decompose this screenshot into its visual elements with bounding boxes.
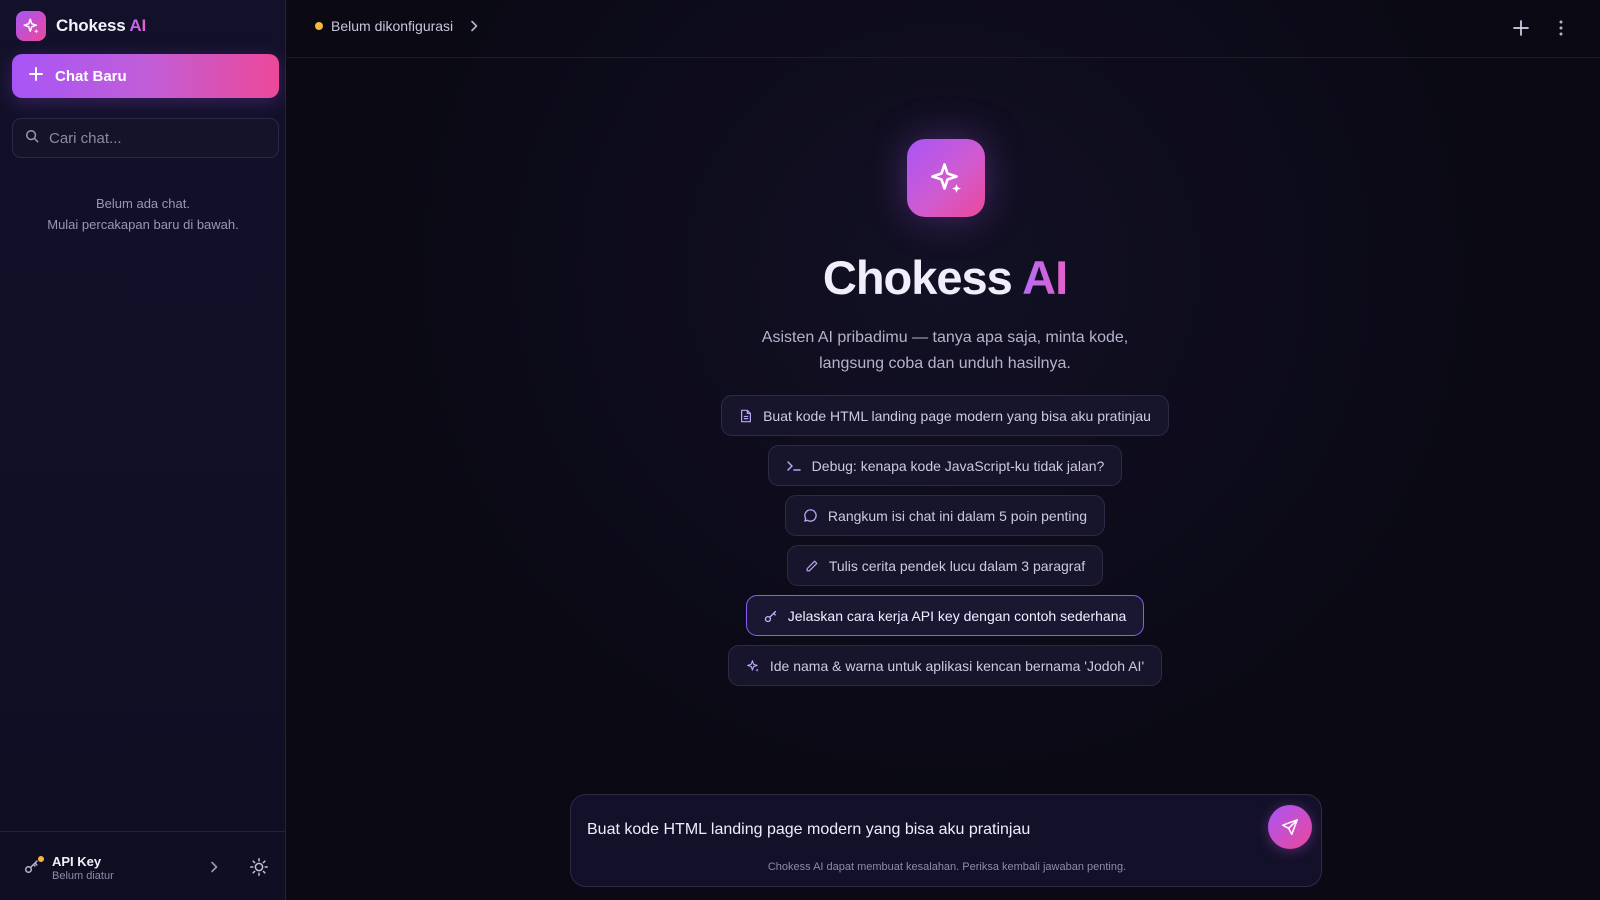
chat-bubble-icon	[803, 508, 818, 523]
brand-name: Chokess AI	[56, 16, 146, 36]
chevron-right-icon[interactable]	[207, 860, 221, 879]
api-key-title: API Key	[52, 854, 102, 869]
suggestion-chip[interactable]: Buat kode HTML landing page modern yang …	[721, 395, 1169, 436]
api-key-subtitle: Belum diatur	[52, 870, 114, 882]
hero-subtitle-line-2: langsung coba dan unduh hasilnya.	[819, 355, 1071, 372]
suggestion-label: Rangkum isi chat ini dalam 5 poin pentin…	[827, 507, 1088, 524]
chevron-right-icon	[467, 19, 481, 33]
sparkle-logo-icon	[16, 11, 46, 41]
sidebar-footer: API Key Belum diatur	[0, 831, 286, 900]
disclaimer-text: Chokess AI dapat membuat kesalahan. Peri…	[767, 861, 1127, 873]
status-dot	[315, 22, 323, 30]
plus-icon	[29, 67, 43, 85]
suggestion-list: Buat kode HTML landing page modern yang …	[286, 395, 1600, 686]
key-icon	[764, 609, 778, 623]
hero-sparkle-icon	[907, 139, 985, 217]
search-input[interactable]	[49, 129, 269, 147]
suggestion-chip[interactable]: Rangkum isi chat ini dalam 5 poin pentin…	[784, 495, 1106, 536]
suggestion-label: Jelaskan cara kerja API key dengan conto…	[787, 607, 1127, 624]
suggestion-label: Debug: kenapa kode JavaScript-ku tidak j…	[811, 457, 1105, 474]
suggestion-label: Buat kode HTML landing page modern yang …	[763, 407, 1151, 424]
empty-chat-message: Belum ada chat. Mulai percakapan baru di…	[0, 193, 286, 235]
suggestion-chip[interactable]: Tulis cerita pendek lucu dalam 3 paragra…	[786, 545, 1104, 586]
brand-name-accent: AI	[129, 16, 146, 35]
sparkle-icon	[746, 659, 760, 673]
document-icon	[739, 409, 753, 423]
new-chat-button[interactable]: Chat Baru	[12, 54, 279, 98]
hero-subtitle-line-1: Asisten AI pribadimu — tanya apa saja, m…	[761, 329, 1129, 346]
empty-line-1: Belum ada chat.	[96, 196, 190, 211]
send-icon	[1281, 818, 1299, 836]
model-status-button[interactable]: Belum dikonfigurasi	[315, 18, 481, 34]
terminal-icon	[786, 459, 802, 473]
main-area: Belum dikonfigurasi Chokess AI Asisten A…	[286, 0, 1600, 900]
suggestion-chip[interactable]: Ide nama & warna untuk aplikasi kencan b…	[727, 645, 1163, 686]
new-chat-plus-icon[interactable]	[1512, 19, 1530, 42]
hero-subtitle: Asisten AI pribadimu — tanya apa saja, m…	[286, 325, 1600, 377]
pencil-icon	[805, 559, 819, 573]
send-button[interactable]	[1268, 805, 1312, 849]
search-icon	[25, 129, 39, 148]
empty-line-2: Mulai percakapan baru di bawah.	[47, 217, 239, 232]
message-composer: Buat kode HTML landing page modern yang …	[570, 794, 1322, 887]
key-icon	[24, 858, 40, 879]
hero-title-accent: AI	[1022, 251, 1068, 304]
status-text: Belum dikonfigurasi	[331, 18, 454, 34]
search-box[interactable]	[12, 118, 279, 158]
sidebar: Chokess AI Chat Baru Belum ada chat. Mul…	[0, 0, 286, 900]
brand: Chokess AI	[16, 11, 146, 41]
brand-name-text: Chokess	[56, 16, 126, 35]
theme-toggle-sun-icon[interactable]	[249, 857, 269, 882]
api-key-status-dot	[38, 856, 44, 862]
new-chat-label: Chat Baru	[55, 67, 127, 85]
suggestion-label: Ide nama & warna untuk aplikasi kencan b…	[769, 657, 1145, 674]
hero-title-text: Chokess	[822, 251, 1013, 304]
message-input[interactable]: Buat kode HTML landing page modern yang …	[587, 819, 1247, 845]
more-options-icon[interactable]	[1558, 19, 1564, 42]
suggestion-chip[interactable]: Debug: kenapa kode JavaScript-ku tidak j…	[767, 445, 1123, 486]
suggestion-label: Tulis cerita pendek lucu dalam 3 paragra…	[828, 557, 1086, 574]
hero-title: Chokess AI	[286, 250, 1600, 305]
top-bar: Belum dikonfigurasi	[286, 0, 1600, 58]
suggestion-chip-selected[interactable]: Jelaskan cara kerja API key dengan conto…	[745, 595, 1145, 636]
